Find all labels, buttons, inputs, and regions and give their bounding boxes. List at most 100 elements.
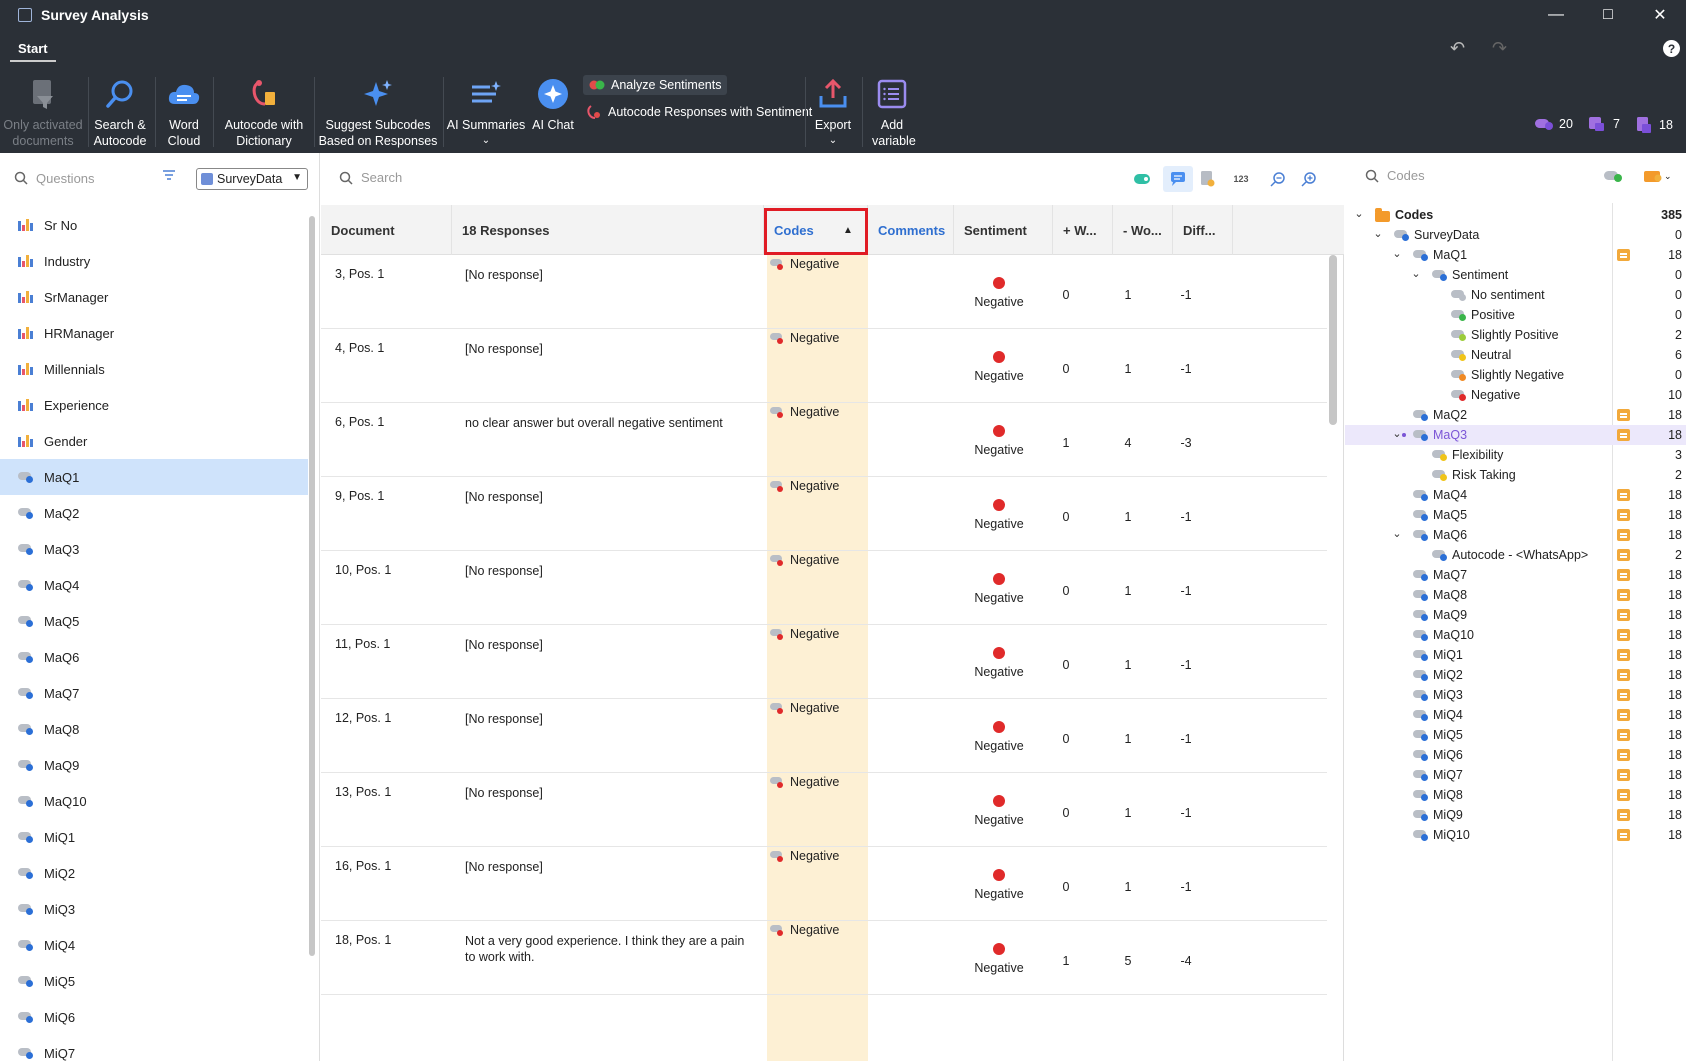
question-item[interactable]: Millennials: [0, 351, 308, 387]
code-tree-node[interactable]: MaQ9 18: [1345, 605, 1686, 625]
undo-icon[interactable]: ↶: [1450, 38, 1465, 59]
code-cell[interactable]: Negative: [770, 627, 839, 641]
code-cell[interactable]: Negative: [770, 923, 839, 937]
code-tree-node[interactable]: Autocode - <WhatsApp> 2: [1345, 545, 1686, 565]
memo-icon[interactable]: [1617, 569, 1630, 581]
question-item[interactable]: MaQ7: [0, 675, 308, 711]
table-row[interactable]: 4, Pos. 1 [No response] Negative Negative 0 1…: [321, 329, 1327, 403]
zoom-in-icon[interactable]: [1298, 166, 1320, 192]
table-row[interactable]: 9, Pos. 1 [No response] Negative Negative 0 1…: [321, 477, 1327, 551]
question-item[interactable]: MiQ4: [0, 927, 308, 963]
code-tree-node[interactable]: MiQ10 18: [1345, 825, 1686, 845]
show-comments-icon[interactable]: [1163, 166, 1193, 192]
code-tree-node[interactable]: Slightly Negative 0: [1345, 365, 1686, 385]
suggest-subcodes-button[interactable]: Suggest Subcodes Based on Responses: [316, 69, 440, 153]
code-tree-node[interactable]: Slightly Positive 2: [1345, 325, 1686, 345]
memo-icon[interactable]: [1617, 429, 1630, 441]
question-item[interactable]: MiQ3: [0, 891, 308, 927]
memo-icon[interactable]: [1617, 829, 1630, 841]
column-negative-words[interactable]: - Wo...: [1113, 205, 1173, 255]
only-activated-documents-button[interactable]: Only activated documents: [0, 69, 86, 153]
chevron-down-icon[interactable]: ⌄: [1353, 207, 1365, 220]
code-tree-node[interactable]: MiQ8 18: [1345, 785, 1686, 805]
chevron-down-icon[interactable]: ⌄: [1391, 527, 1403, 540]
search-autocode-button[interactable]: Search & Autocode: [90, 69, 150, 153]
codes-search[interactable]: Codes: [1365, 168, 1425, 183]
add-variable-button[interactable]: Add variable: [865, 69, 919, 153]
table-row[interactable]: 11, Pos. 1 [No response] Negative Negative 0…: [321, 625, 1327, 699]
question-item[interactable]: MaQ2: [0, 495, 308, 531]
question-item[interactable]: MiQ6: [0, 999, 308, 1035]
table-row[interactable]: 13, Pos. 1 [No response] Negative Negative 0…: [321, 773, 1327, 847]
question-item[interactable]: MiQ7: [0, 1035, 308, 1061]
code-tree-node[interactable]: MiQ9 18: [1345, 805, 1686, 825]
code-tree-node[interactable]: ⌄ SurveyData 0: [1345, 225, 1686, 245]
memo-icon[interactable]: [1617, 489, 1630, 501]
code-tree-node[interactable]: ⌄ Codes 385: [1345, 205, 1686, 225]
question-item[interactable]: Industry: [0, 243, 308, 279]
column-document[interactable]: Document: [321, 205, 452, 255]
memo-icon[interactable]: [1617, 789, 1630, 801]
memo-icon[interactable]: [1617, 669, 1630, 681]
table-row[interactable]: 18, Pos. 1 Not a very good experience. I …: [321, 921, 1327, 995]
question-item[interactable]: MiQ5: [0, 963, 308, 999]
question-item[interactable]: Sr No: [0, 207, 308, 243]
question-item[interactable]: MaQ1: [0, 459, 308, 495]
table-row[interactable]: 6, Pos. 1 no clear answer but overall neg…: [321, 403, 1327, 477]
zoom-out-icon[interactable]: [1267, 166, 1289, 192]
column-positive-words[interactable]: + W...: [1053, 205, 1113, 255]
question-item[interactable]: Gender: [0, 423, 308, 459]
code-cell[interactable]: Negative: [770, 701, 839, 715]
maximize-icon[interactable]: □: [1582, 0, 1634, 29]
new-code-icon[interactable]: [1604, 169, 1622, 183]
code-tree-node[interactable]: ⌄ Sentiment 0: [1345, 265, 1686, 285]
redo-icon[interactable]: ↷: [1492, 38, 1507, 59]
memo-icon[interactable]: [1617, 809, 1630, 821]
column-sentiment[interactable]: Sentiment: [954, 205, 1053, 255]
question-item[interactable]: MaQ6: [0, 639, 308, 675]
questions-scrollbar[interactable]: [309, 216, 315, 956]
code-tree-node[interactable]: MiQ2 18: [1345, 665, 1686, 685]
autocode-with-dictionary-button[interactable]: Autocode with Dictionary: [215, 69, 313, 153]
chevron-down-icon[interactable]: ⌄: [1391, 247, 1403, 260]
memo-icon[interactable]: [1617, 629, 1630, 641]
question-item[interactable]: MaQ10: [0, 783, 308, 819]
show-codes-icon[interactable]: [1132, 166, 1154, 192]
code-tree-node[interactable]: ⌄ MaQ6 18: [1345, 525, 1686, 545]
code-tree-node[interactable]: MaQ4 18: [1345, 485, 1686, 505]
chevron-down-icon[interactable]: ⌄: [1372, 227, 1384, 240]
code-cell[interactable]: Negative: [770, 331, 839, 345]
memo-icon[interactable]: [1617, 709, 1630, 721]
column-difference[interactable]: Diff...: [1173, 205, 1233, 255]
tab-start[interactable]: Start: [10, 37, 56, 62]
export-button[interactable]: Export ⌄: [808, 69, 858, 153]
show-sentiment-icon[interactable]: [1197, 166, 1219, 192]
question-item[interactable]: MaQ9: [0, 747, 308, 783]
memo-icon[interactable]: [1617, 749, 1630, 761]
question-item[interactable]: HRManager: [0, 315, 308, 351]
question-item[interactable]: SrManager: [0, 279, 308, 315]
close-icon[interactable]: ✕: [1634, 0, 1686, 29]
code-tree-node[interactable]: ⌄ MaQ1 18: [1345, 245, 1686, 265]
code-tree-node[interactable]: MiQ5 18: [1345, 725, 1686, 745]
memo-icon[interactable]: [1617, 769, 1630, 781]
ai-chat-button[interactable]: AI Chat: [530, 69, 576, 153]
code-tree-node[interactable]: MaQ8 18: [1345, 585, 1686, 605]
code-cell[interactable]: Negative: [770, 257, 839, 271]
code-cell[interactable]: Negative: [770, 405, 839, 419]
question-item[interactable]: MaQ4: [0, 567, 308, 603]
table-row[interactable]: 10, Pos. 1 [No response] Negative Negative 0…: [321, 551, 1327, 625]
memo-icon[interactable]: [1617, 589, 1630, 601]
code-tree-node[interactable]: No sentiment 0: [1345, 285, 1686, 305]
code-tree-node[interactable]: MiQ1 18: [1345, 645, 1686, 665]
question-item[interactable]: MiQ1: [0, 819, 308, 855]
table-row[interactable]: 12, Pos. 1 [No response] Negative Negative 0…: [321, 699, 1327, 773]
code-tree-node[interactable]: Flexibility 3: [1345, 445, 1686, 465]
code-tree-node[interactable]: MaQ5 18: [1345, 505, 1686, 525]
code-folder-menu[interactable]: ⌄: [1644, 169, 1672, 183]
question-item[interactable]: Experience: [0, 387, 308, 423]
questions-search[interactable]: Questions: [14, 167, 184, 189]
question-item[interactable]: MaQ8: [0, 711, 308, 747]
code-tree-node[interactable]: MiQ7 18: [1345, 765, 1686, 785]
code-tree-node[interactable]: MaQ10 18: [1345, 625, 1686, 645]
